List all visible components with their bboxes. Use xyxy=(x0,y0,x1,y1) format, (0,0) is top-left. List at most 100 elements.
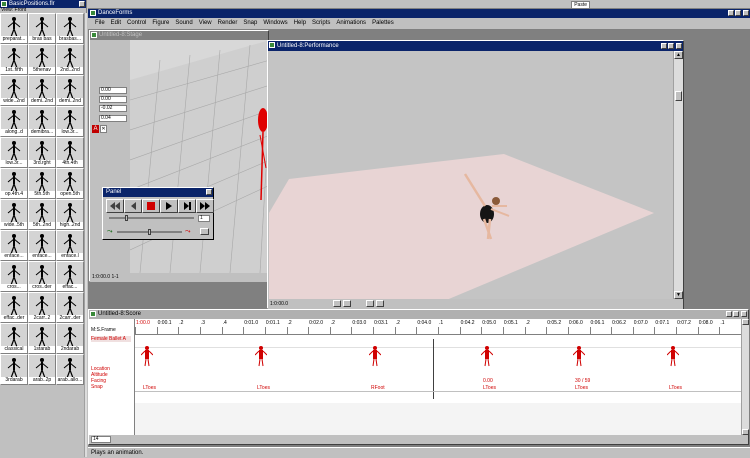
frame-slider[interactable] xyxy=(109,217,194,219)
score-frame-counter[interactable]: 14 xyxy=(91,436,111,443)
tool-x-button[interactable]: ✕ xyxy=(100,125,107,133)
menu-palettes[interactable]: Palettes xyxy=(369,18,397,29)
tool-a-button[interactable]: A xyxy=(92,125,99,133)
pose-thumbnail[interactable]: wide..5th xyxy=(0,199,28,230)
position-x-field[interactable]: 0.00 xyxy=(99,87,127,94)
pose-thumbnail[interactable]: 2carr..2 xyxy=(28,292,56,323)
pose-thumbnail[interactable]: 5th.5th xyxy=(28,168,56,199)
pose-thumbnail[interactable]: effac... xyxy=(56,261,84,292)
position-w-field[interactable]: 0.04 xyxy=(99,115,127,122)
score-title-bar[interactable]: Untitled-8:Score xyxy=(89,310,748,319)
loop-button[interactable] xyxy=(200,228,209,235)
score-maximize[interactable] xyxy=(733,311,739,317)
pose-thumbnail[interactable]: effac..der xyxy=(0,292,28,323)
keyframe-dancer-icon[interactable] xyxy=(140,345,154,369)
score-close[interactable] xyxy=(741,311,747,317)
pose-thumbnail[interactable]: arab..2p xyxy=(28,354,56,385)
pose-thumbnail[interactable]: 3rdarab xyxy=(0,354,28,385)
position-y-field[interactable]: 0.00 xyxy=(99,96,127,103)
menu-sound[interactable]: Sound xyxy=(172,18,195,29)
pose-thumbnail[interactable]: high..2nd xyxy=(56,199,84,230)
keyframe-dancer-icon[interactable] xyxy=(572,345,586,369)
stage-title-bar[interactable]: Untitled-8:Stage xyxy=(90,31,268,40)
performance-minimize[interactable] xyxy=(661,43,667,49)
fast-forward-icon[interactable] xyxy=(196,199,214,213)
keyframe-dancer-icon[interactable] xyxy=(666,345,680,369)
pose-thumbnail[interactable]: brasbas... xyxy=(56,13,84,44)
scroll-thumb[interactable] xyxy=(675,91,682,101)
pose-thumbnail[interactable]: 1starab xyxy=(28,323,56,354)
pose-thumbnail[interactable]: demi..2nd xyxy=(28,75,56,106)
performance-maximize[interactable] xyxy=(668,43,674,49)
pose-thumbnail[interactable]: low.3r... xyxy=(56,106,84,137)
close-button[interactable] xyxy=(743,10,749,16)
pose-thumbnail[interactable]: demibra... xyxy=(28,106,56,137)
score-scroll-up[interactable] xyxy=(742,319,749,325)
keyframe-dancer-icon[interactable] xyxy=(254,345,268,369)
pose-thumbnail[interactable]: preparat... xyxy=(0,13,28,44)
pose-thumbnail[interactable]: classical xyxy=(0,323,28,354)
paste-field[interactable]: Paste xyxy=(571,1,590,9)
menu-view[interactable]: View xyxy=(196,18,215,29)
menu-file[interactable]: File xyxy=(92,18,108,29)
scroll-down-arrow[interactable]: ▼ xyxy=(674,291,683,299)
menu-control[interactable]: Control xyxy=(124,18,149,29)
keyframe-dancer-icon[interactable] xyxy=(368,345,382,369)
pose-thumbnail[interactable]: 4th.4th xyxy=(56,137,84,168)
speed-slider-thumb[interactable] xyxy=(148,229,151,235)
panel-close[interactable] xyxy=(206,189,212,195)
pose-thumbnail[interactable]: 3rd.rght xyxy=(28,137,56,168)
pose-thumbnail[interactable]: cros... xyxy=(0,261,28,292)
stop-icon[interactable] xyxy=(142,199,160,213)
minimize-button[interactable] xyxy=(728,10,734,16)
score-scrollbar[interactable] xyxy=(741,319,749,435)
app-title-bar[interactable]: DanceForms xyxy=(88,9,750,18)
menu-figure[interactable]: Figure xyxy=(149,18,172,29)
performance-tool-3[interactable] xyxy=(366,300,374,307)
pose-thumbnail[interactable]: cros..der xyxy=(28,261,56,292)
pose-thumbnail[interactable]: op.4th.4 xyxy=(0,168,28,199)
performance-tool-1[interactable] xyxy=(333,300,341,307)
performance-tool-2[interactable] xyxy=(343,300,351,307)
performance-scrollbar[interactable]: ▲ ▼ xyxy=(673,51,683,299)
menu-scripts[interactable]: Scripts xyxy=(309,18,333,29)
pose-thumbnail[interactable]: low.3r... xyxy=(0,137,28,168)
frame-slider-thumb[interactable] xyxy=(125,215,128,221)
library-close-button[interactable] xyxy=(79,1,85,7)
menu-help[interactable]: Help xyxy=(291,18,309,29)
pose-thumbnail[interactable]: enface.l xyxy=(56,230,84,261)
pose-thumbnail[interactable]: 2nd..2nd xyxy=(56,44,84,75)
performance-title-bar[interactable]: Untitled-8:Performance xyxy=(268,41,683,51)
play-icon[interactable] xyxy=(160,199,178,213)
pose-thumbnail[interactable]: 2carr..der xyxy=(56,292,84,323)
maximize-button[interactable] xyxy=(735,10,741,16)
performance-tool-4[interactable] xyxy=(376,300,384,307)
playhead-marker[interactable] xyxy=(433,339,434,399)
position-z-field[interactable]: -0.02 xyxy=(99,105,127,112)
menu-render[interactable]: Render xyxy=(215,18,241,29)
pose-thumbnail[interactable]: 2ndarab xyxy=(56,323,84,354)
rewind-icon[interactable] xyxy=(106,199,124,213)
pose-thumbnail[interactable]: bras bas xyxy=(28,13,56,44)
step-back-icon[interactable] xyxy=(124,199,142,213)
keyframe-dancer-icon[interactable] xyxy=(480,345,494,369)
pose-thumbnail[interactable]: along..d xyxy=(0,106,28,137)
performance-viewport[interactable] xyxy=(269,51,673,299)
pose-thumbnail[interactable]: wide..2nd xyxy=(0,75,28,106)
score-minimize[interactable] xyxy=(726,311,732,317)
scroll-up-arrow[interactable]: ▲ xyxy=(674,51,683,59)
pose-thumbnail[interactable]: 5thenav xyxy=(28,44,56,75)
frame-counter-field[interactable]: 1 xyxy=(198,215,210,222)
menu-edit[interactable]: Edit xyxy=(108,18,124,29)
menu-snap[interactable]: Snap xyxy=(240,18,260,29)
pose-thumbnail[interactable]: open.5th xyxy=(56,168,84,199)
menu-animations[interactable]: Animations xyxy=(333,18,369,29)
pose-thumbnail[interactable]: enface... xyxy=(0,230,28,261)
pose-thumbnail[interactable]: 5th..2nd xyxy=(28,199,56,230)
pose-thumbnail[interactable]: enface... xyxy=(28,230,56,261)
library-scrollbar[interactable] xyxy=(84,13,87,457)
step-forward-icon[interactable] xyxy=(178,199,196,213)
pose-thumbnail[interactable]: demi..2nd xyxy=(56,75,84,106)
pose-thumbnail[interactable]: 1st..fifth xyxy=(0,44,28,75)
pose-thumbnail[interactable]: arab..allo... xyxy=(56,354,84,385)
